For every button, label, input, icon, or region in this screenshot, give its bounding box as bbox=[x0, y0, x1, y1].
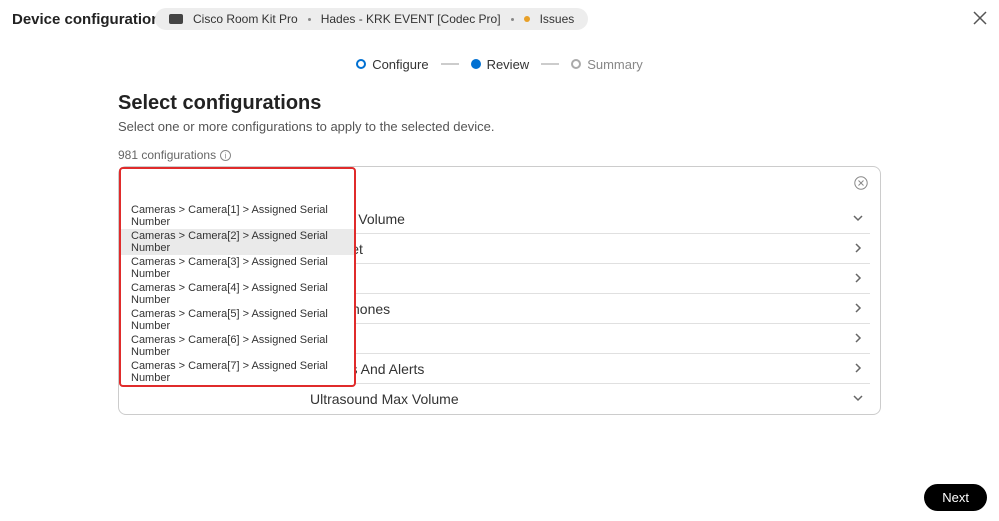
chevron-right-icon bbox=[852, 241, 864, 257]
separator-dot bbox=[511, 18, 514, 21]
autocomplete-item[interactable]: Cameras > Camera[2] > Assigned Serial Nu… bbox=[121, 229, 354, 255]
device-name: Hades - KRK EVENT [Codec Pro] bbox=[321, 12, 501, 26]
chevron-down-icon bbox=[852, 391, 864, 407]
clear-icon bbox=[854, 176, 868, 190]
step-circle-icon bbox=[356, 59, 366, 69]
chevron-right-icon bbox=[852, 331, 864, 347]
step-review[interactable]: Review bbox=[471, 57, 530, 72]
issues-label: Issues bbox=[540, 12, 575, 26]
stepper: Configure Review Summary bbox=[0, 46, 999, 82]
page-title: Device configurations bbox=[12, 11, 169, 28]
step-summary[interactable]: Summary bbox=[571, 57, 643, 72]
accordion-label: Ultrasound Max Volume bbox=[310, 391, 459, 407]
svg-text:i: i bbox=[225, 151, 227, 160]
autocomplete-item[interactable]: Cameras > Camera[5] > Assigned Serial Nu… bbox=[121, 307, 354, 333]
close-icon bbox=[973, 11, 987, 25]
autocomplete-item[interactable]: Cameras > Camera[7] > Assigned Serial Nu… bbox=[121, 359, 354, 385]
step-separator bbox=[441, 63, 459, 65]
close-button[interactable] bbox=[973, 11, 987, 30]
step-configure[interactable]: Configure bbox=[356, 57, 428, 72]
info-icon[interactable]: i bbox=[220, 150, 231, 161]
device-model: Cisco Room Kit Pro bbox=[193, 12, 298, 26]
config-count: 981 configurations i bbox=[118, 148, 881, 162]
chevron-right-icon bbox=[852, 361, 864, 377]
chevron-right-icon bbox=[852, 271, 864, 287]
accordion-ethernet[interactable]: Ethernet bbox=[304, 234, 870, 264]
section-heading: Select configurations bbox=[118, 92, 881, 115]
step-label: Review bbox=[487, 57, 530, 72]
separator-dot bbox=[308, 18, 311, 21]
autocomplete-item[interactable]: Cameras > Camera[4] > Assigned Serial Nu… bbox=[121, 281, 354, 307]
accordion-microphones[interactable]: Microphones bbox=[304, 294, 870, 324]
autocomplete-item[interactable]: Cameras > Camera[6] > Assigned Serial Nu… bbox=[121, 333, 354, 359]
accordion-sounds-alerts[interactable]: Sounds And Alerts bbox=[304, 354, 870, 384]
search-row: Cameras > Camera[1] > Assigned Serial Nu… bbox=[119, 167, 880, 204]
accordion-ultrasound[interactable]: Ultrasound Max Volume bbox=[304, 384, 870, 414]
accordion-input[interactable]: Input bbox=[304, 264, 870, 294]
autocomplete-item[interactable]: Cameras > Camera[3] > Assigned Serial Nu… bbox=[121, 255, 354, 281]
autocomplete-dropdown: Cameras > Camera[1] > Assigned Serial Nu… bbox=[119, 167, 356, 387]
section-subtitle: Select one or more configurations to app… bbox=[118, 119, 881, 134]
step-separator bbox=[541, 63, 559, 65]
step-label: Summary bbox=[587, 57, 643, 72]
config-panel: Cameras > Camera[1] > Assigned Serial Nu… bbox=[118, 166, 881, 415]
step-label: Configure bbox=[372, 57, 428, 72]
page-header: Device configurations Cisco Room Kit Pro… bbox=[0, 0, 999, 38]
chevron-down-icon bbox=[852, 211, 864, 227]
autocomplete-item[interactable]: Cameras > Camera[1] > Assigned Serial Nu… bbox=[121, 203, 354, 229]
config-count-text: 981 configurations bbox=[118, 148, 216, 162]
accordion-output[interactable]: Output bbox=[304, 324, 870, 354]
device-info-bar: Cisco Room Kit Pro Hades - KRK EVENT [Co… bbox=[155, 8, 588, 30]
step-circle-icon bbox=[571, 59, 581, 69]
accordion-list: Default Volume Ethernet Input Microphone… bbox=[304, 204, 870, 414]
step-circle-icon bbox=[471, 59, 481, 69]
issues-indicator-icon bbox=[524, 16, 530, 22]
next-button[interactable]: Next bbox=[924, 484, 987, 511]
clear-search-button[interactable] bbox=[854, 176, 868, 195]
device-icon bbox=[169, 14, 183, 24]
chevron-right-icon bbox=[852, 301, 864, 317]
accordion-default-volume[interactable]: Default Volume bbox=[304, 204, 870, 234]
